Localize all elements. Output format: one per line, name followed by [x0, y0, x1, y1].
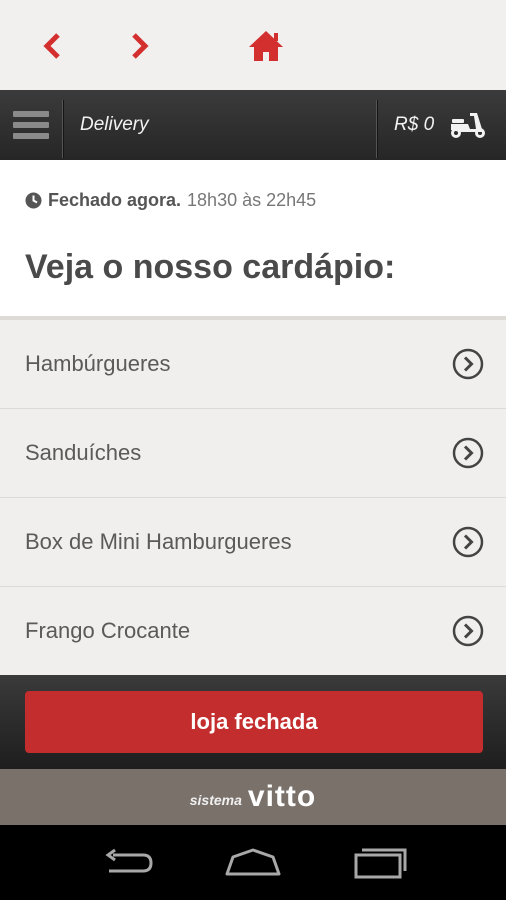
recent-apps-icon: [354, 848, 407, 879]
category-label: Frango Crocante: [25, 618, 191, 643]
home-outline-icon: [225, 848, 281, 876]
system-recents-button[interactable]: [346, 839, 416, 885]
chevron-right-icon: [132, 33, 149, 59]
system-back-button[interactable]: [92, 839, 162, 885]
opening-hours: 18h30 às 22h45: [187, 190, 317, 210]
home-button[interactable]: [244, 24, 288, 68]
cart-total: R$ 0: [394, 114, 435, 135]
scooter-icon: [451, 113, 486, 138]
chevron-circle-right-icon: [452, 348, 484, 380]
header-divider: [62, 100, 63, 158]
back-button[interactable]: [30, 24, 74, 68]
header-divider: [376, 100, 377, 158]
forward-button[interactable]: [118, 24, 162, 68]
store-info: Fechado agora. 18h30 às 22h45 Veja o nos…: [0, 160, 506, 316]
hamburger-menu-icon: [13, 111, 49, 139]
menu-heading: Veja o nosso cardápio:: [25, 248, 396, 286]
chevron-circle-right-icon: [452, 526, 484, 558]
chevron-left-icon: [43, 33, 60, 59]
action-bar: loja fechada: [0, 675, 506, 769]
menu-button[interactable]: [0, 90, 62, 160]
category-label: Box de Mini Hamburgueres: [25, 529, 292, 554]
home-icon: [249, 31, 283, 61]
cart-button[interactable]: R$ 0: [378, 90, 506, 160]
category-list: Hambúrgueres Sanduíches Box de Mini Hamb…: [0, 320, 506, 676]
list-item[interactable]: Frango Crocante: [0, 587, 506, 676]
list-item[interactable]: Box de Mini Hamburgueres: [0, 498, 506, 587]
browser-toolbar: [0, 0, 506, 90]
store-closed-button[interactable]: loja fechada: [25, 691, 483, 753]
store-status: Fechado agora. 18h30 às 22h45: [25, 190, 316, 211]
brand-footer: sistema vitto: [0, 769, 506, 825]
brand-logo: vitto: [247, 780, 317, 813]
header-title: Delivery: [80, 114, 149, 135]
chevron-circle-right-icon: [452, 615, 484, 647]
category-label: Hambúrgueres: [25, 351, 171, 376]
brand-prefix: sistema: [189, 792, 242, 808]
back-arrow-icon: [105, 848, 153, 873]
chevron-circle-right-icon: [452, 437, 484, 469]
status-closed-label: Fechado agora.: [48, 190, 182, 210]
system-home-button[interactable]: [218, 839, 288, 885]
list-item[interactable]: Sanduíches: [0, 409, 506, 498]
category-label: Sanduíches: [25, 440, 142, 465]
list-item[interactable]: Hambúrgueres: [0, 320, 506, 409]
clock-icon: [25, 192, 42, 209]
system-navigation-bar: [0, 825, 506, 900]
app-header: Delivery R$ 0: [0, 90, 506, 160]
